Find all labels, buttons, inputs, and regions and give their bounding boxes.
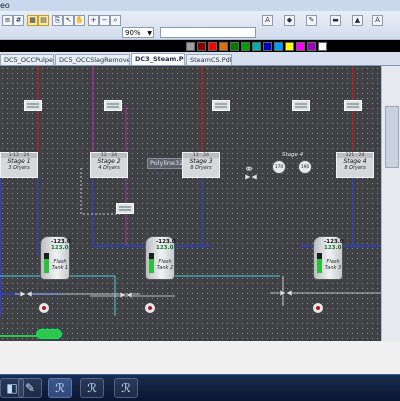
tab-steam[interactable]: DC3_Steam.Pdl <box>131 53 185 65</box>
color-swatch-darkgreen[interactable] <box>230 42 239 51</box>
color-swatch-white[interactable] <box>318 42 327 51</box>
fill-icon[interactable]: ▲ <box>352 15 363 26</box>
stage-box[interactable]: 121 - 24 Stage 4 8 Dryers <box>336 152 374 178</box>
color-swatch-darkred[interactable] <box>197 42 206 51</box>
color-swatch-purple[interactable] <box>307 42 316 51</box>
stage-box[interactable]: 13 - 24 Stage 3 8 Dryers <box>182 152 220 178</box>
instrument-box[interactable] <box>292 100 310 111</box>
flash-tank[interactable]: -123.0 123.0 Flash Tank 2 <box>145 236 176 280</box>
stage-box[interactable]: 1-12 - 24 Stage 1 3 Dryers <box>0 152 38 178</box>
hand-icon[interactable]: ✋ <box>74 15 85 26</box>
stage-box[interactable]: 12 - 24 Stage 2 4 Dryers <box>90 152 128 178</box>
tab-steamcs[interactable]: SteamCS.Pdl <box>186 54 232 65</box>
stage-name: Stage 1 <box>7 158 31 165</box>
color-swatch-green[interactable] <box>241 42 250 51</box>
document-tabs: DC5_OCCPulper.Pdl DC5_OCCSlagRemove.Pdl … <box>0 52 400 66</box>
tank-name: Flash Tank 3 <box>324 259 342 271</box>
separator <box>156 15 161 26</box>
flash-tank[interactable]: -123.0 123.0 Flash Tank 3 <box>313 236 344 280</box>
vertical-scrollbar[interactable] <box>381 66 400 341</box>
pump-icon[interactable] <box>312 302 324 314</box>
instrument-box[interactable] <box>344 100 362 111</box>
drawing-canvas[interactable]: Polyline32 1-12 - 24 Stage 1 3 Dryers 12… <box>0 66 381 341</box>
text-color-icon[interactable]: A <box>372 15 383 26</box>
tab-occpulper[interactable]: DC5_OCCPulper.Pdl <box>0 54 54 65</box>
color-swatch-teal[interactable] <box>252 42 261 51</box>
taskbar: ◧ ✎ ℛ ℛ ℛ <box>0 374 400 401</box>
tank-value-2: 123.0 <box>156 245 174 251</box>
window-title: eo <box>0 1 10 10</box>
paint-icon[interactable]: ✎ <box>18 378 42 398</box>
pen-icon[interactable]: ✎ <box>306 15 317 26</box>
stage-name: Stage 4 <box>343 158 367 165</box>
line-color-icon[interactable]: ▬ <box>330 15 341 26</box>
instrument-box[interactable] <box>116 203 134 214</box>
flash-tank[interactable]: -123.0 123.0 Flash Tank 1 <box>40 236 71 280</box>
stage-dryers: 8 Dryers <box>190 165 212 171</box>
designer-icon-2[interactable]: ℛ <box>80 378 104 398</box>
zoom-in-icon[interactable]: + <box>88 15 99 26</box>
chevron-down-icon: ▼ <box>147 30 152 37</box>
pump-icon[interactable] <box>144 302 156 314</box>
color-swatch-yellow[interactable] <box>285 42 294 51</box>
green-outlet-indicator <box>36 329 62 339</box>
stage4-side-label: Stage 4 <box>282 152 304 158</box>
tank-level-bar <box>44 253 49 273</box>
pump-icon[interactable] <box>38 302 50 314</box>
zoom-select[interactable]: 90% ▼ <box>122 27 154 38</box>
zoom-value: 90% <box>125 29 141 37</box>
grid-icon[interactable]: # <box>13 15 24 26</box>
color-swatch-red[interactable] <box>208 42 217 51</box>
selection-label: Polyline32 <box>147 158 187 169</box>
stage-name: Stage 3 <box>189 158 213 165</box>
zoom-fit-icon[interactable]: ⌕ <box>110 15 121 26</box>
tank-name: Flash Tank 1 <box>51 259 69 271</box>
toolbar: ≡ # ▦ ▤ ⎘ ↖ ✋ + − ⌕ 90% ▼ A ◆ ✎ ▬ ▲ A <box>0 11 400 40</box>
paint-bucket-icon[interactable]: ◆ <box>284 15 295 26</box>
copy-icon[interactable]: ⎘ <box>52 15 63 26</box>
stage-dryers: 4 Dryers <box>98 165 120 171</box>
status-area <box>0 341 400 374</box>
designer-icon-3[interactable]: ℛ <box>114 378 138 398</box>
designer-icon-1[interactable]: ℛ <box>48 378 72 398</box>
tank-value-2: 123.0 <box>51 245 69 251</box>
instrument-box[interactable] <box>24 100 42 111</box>
tank-level-bar <box>317 253 322 273</box>
font-color-icon[interactable]: A <box>262 15 273 26</box>
mixer-icon: ⚭ <box>244 162 255 176</box>
tab-occslagremove[interactable]: DC5_OCCSlagRemove.Pdl <box>55 54 130 65</box>
color-swatch-blue[interactable] <box>263 42 272 51</box>
tank-name: Flash Tank 2 <box>156 259 174 271</box>
control-circle[interactable]: 170 <box>272 160 286 174</box>
stage-dryers: 3 Dryers <box>8 165 30 171</box>
stage-dryers: 8 Dryers <box>344 165 366 171</box>
control-circle[interactable]: 190 <box>298 160 312 174</box>
color-swatch-magenta[interactable] <box>296 42 305 51</box>
instrument-box[interactable] <box>212 100 230 111</box>
style-combo[interactable] <box>160 27 256 38</box>
color-swatch-orange[interactable] <box>219 42 228 51</box>
tank-value-2: 123.0 <box>324 245 342 251</box>
color-swatch-lightblue[interactable] <box>274 42 283 51</box>
align-icon[interactable]: ≡ <box>2 15 13 26</box>
piping-lines <box>0 66 381 337</box>
color-swatch-gray[interactable] <box>186 42 195 51</box>
layout-icon-1[interactable]: ▦ <box>27 15 38 26</box>
pointer-icon[interactable]: ↖ <box>63 15 74 26</box>
tank-level-bar <box>149 253 154 273</box>
scrollbar-thumb[interactable] <box>385 106 399 168</box>
layout-icon-2[interactable]: ▤ <box>38 15 49 26</box>
stage-name: Stage 2 <box>97 158 121 165</box>
instrument-box[interactable] <box>104 100 122 111</box>
zoom-out-icon[interactable]: − <box>99 15 110 26</box>
